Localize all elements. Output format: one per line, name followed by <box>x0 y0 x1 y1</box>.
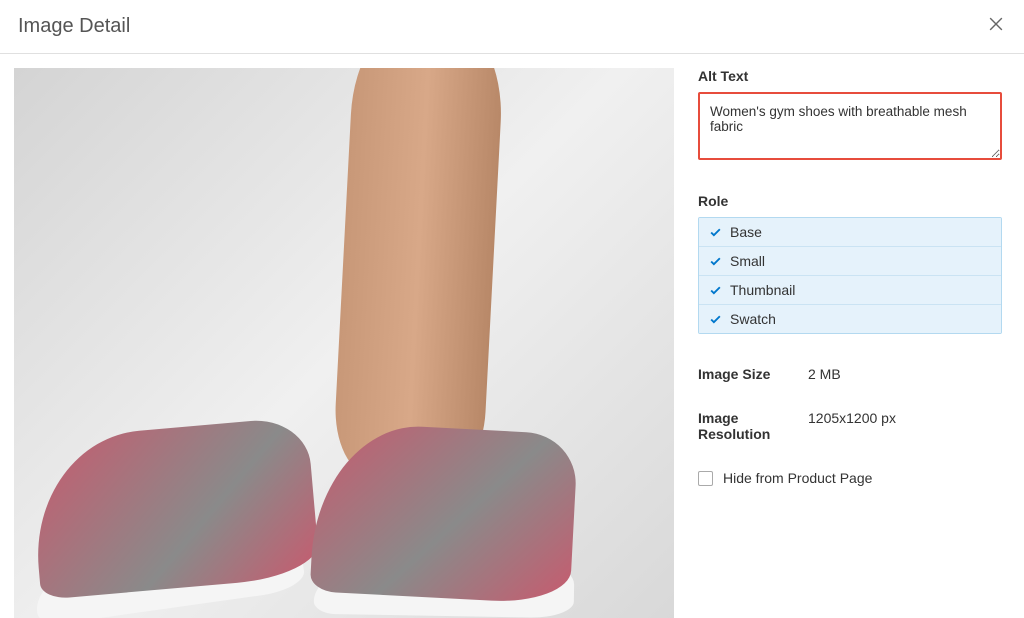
product-image-placeholder <box>14 68 674 618</box>
form-panel: Alt Text Role Base Small <box>698 68 1012 618</box>
role-label: Role <box>698 193 1002 209</box>
check-icon <box>709 284 722 297</box>
close-button[interactable] <box>986 14 1006 39</box>
role-list: Base Small Thumbnail <box>698 217 1002 334</box>
hide-from-product-page-row: Hide from Product Page <box>698 470 1002 486</box>
image-size-row: Image Size 2 MB <box>698 366 1002 382</box>
role-option-label: Base <box>730 224 762 240</box>
role-option-label: Swatch <box>730 311 776 327</box>
image-preview <box>14 68 674 618</box>
image-resolution-row: Image Resolution 1205x1200 px <box>698 410 1002 442</box>
modal-header: Image Detail <box>0 0 1024 54</box>
image-size-label: Image Size <box>698 366 808 382</box>
check-icon <box>709 313 722 326</box>
image-detail-modal: Image Detail Alt Text Role <box>0 0 1024 618</box>
role-option-label: Small <box>730 253 765 269</box>
role-option-label: Thumbnail <box>730 282 795 298</box>
close-icon <box>986 14 1006 39</box>
alt-text-input[interactable] <box>698 92 1002 160</box>
check-icon <box>709 226 722 239</box>
image-resolution-value: 1205x1200 px <box>808 410 896 442</box>
role-option-swatch[interactable]: Swatch <box>699 305 1001 333</box>
image-resolution-label: Image Resolution <box>698 410 808 442</box>
alt-text-label: Alt Text <box>698 68 1002 84</box>
hide-label: Hide from Product Page <box>723 470 872 486</box>
modal-body: Alt Text Role Base Small <box>0 54 1024 618</box>
check-icon <box>709 255 722 268</box>
role-option-thumbnail[interactable]: Thumbnail <box>699 276 1001 305</box>
image-size-value: 2 MB <box>808 366 841 382</box>
hide-checkbox[interactable] <box>698 471 713 486</box>
role-option-base[interactable]: Base <box>699 218 1001 247</box>
modal-title: Image Detail <box>18 15 130 38</box>
role-option-small[interactable]: Small <box>699 247 1001 276</box>
